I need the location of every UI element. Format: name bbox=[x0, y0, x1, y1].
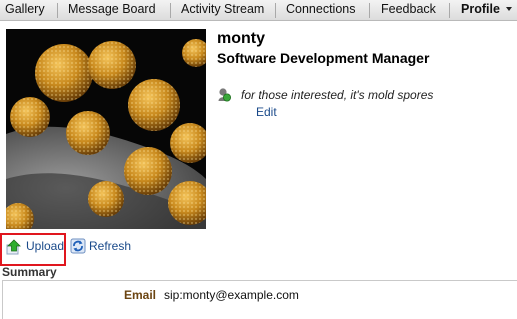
tab-bar: Gallery Message Board Activity Stream Co… bbox=[0, 0, 517, 21]
tab-separator bbox=[449, 3, 450, 18]
summary-left-border bbox=[2, 281, 3, 319]
email-value: sip:monty@example.com bbox=[164, 288, 299, 302]
tab-profile[interactable]: Profile bbox=[461, 0, 512, 20]
tab-feedback[interactable]: Feedback bbox=[381, 0, 436, 20]
email-label: Email bbox=[124, 288, 157, 302]
edit-status-link[interactable]: Edit bbox=[256, 105, 277, 119]
refresh-icon[interactable] bbox=[70, 238, 86, 254]
refresh-link[interactable]: Refresh bbox=[89, 239, 131, 253]
tab-separator bbox=[275, 3, 276, 18]
summary-heading: Summary bbox=[2, 265, 57, 279]
tab-separator bbox=[369, 3, 370, 18]
person-status-icon bbox=[218, 87, 231, 102]
profile-name: monty bbox=[217, 30, 265, 47]
summary-divider bbox=[2, 280, 517, 281]
chevron-down-icon[interactable] bbox=[505, 7, 512, 11]
status-message: for those interested, it's mold spores bbox=[241, 88, 434, 102]
upload-link[interactable]: Upload bbox=[26, 239, 64, 253]
profile-job-title: Software Development Manager bbox=[217, 50, 430, 66]
upload-arrow-icon[interactable] bbox=[6, 239, 22, 255]
tab-profile-label: Profile bbox=[461, 2, 500, 16]
tab-separator bbox=[57, 3, 58, 18]
tab-separator bbox=[170, 3, 171, 18]
tab-connections[interactable]: Connections bbox=[286, 0, 356, 20]
tab-activity-stream[interactable]: Activity Stream bbox=[181, 0, 264, 20]
tab-message-board[interactable]: Message Board bbox=[68, 0, 156, 20]
tab-gallery[interactable]: Gallery bbox=[5, 0, 45, 20]
profile-photo bbox=[6, 29, 206, 229]
